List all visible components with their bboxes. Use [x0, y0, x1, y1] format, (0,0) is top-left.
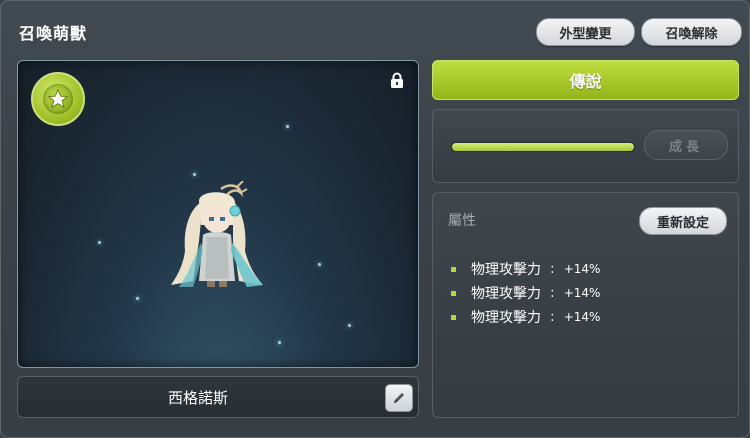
grade-legendary-button[interactable]: 傳說: [432, 60, 739, 100]
pencil-icon: [394, 393, 404, 403]
attribute-item: 物理攻擊力 : +14%: [451, 257, 600, 281]
growth-panel: 成長: [432, 109, 739, 183]
bullet-icon: [451, 314, 456, 320]
lock-icon[interactable]: [390, 72, 404, 89]
attribute-name: 物理攻擊力: [471, 262, 541, 278]
attribute-panel: 屬性 重新設定 物理攻擊力 : +14% 物理攻擊力 : +14% 物理攻擊力 …: [432, 192, 739, 418]
attribute-name: 物理攻擊力: [471, 310, 541, 326]
pet-display-stage: [17, 60, 419, 368]
sparkle: [193, 173, 196, 176]
attribute-separator: :: [550, 285, 555, 301]
release-summon-button[interactable]: 召喚解除: [641, 18, 742, 46]
summon-pet-window: 召喚萌獸 外型變更 召喚解除 西格諾斯 傳說 成長 屬性 重新設定 物理攻擊力 …: [0, 0, 750, 438]
change-appearance-button[interactable]: 外型變更: [536, 18, 635, 46]
grade-badge: [31, 72, 85, 126]
pet-name: 西格諾斯: [167, 388, 228, 407]
growth-progress-fill: [452, 143, 634, 151]
window-title: 召喚萌獸: [19, 24, 88, 43]
sparkle: [348, 324, 351, 327]
sparkle: [98, 241, 101, 244]
star-icon: [47, 88, 69, 109]
growth-progress-bar: [451, 142, 635, 152]
attribute-separator: :: [550, 309, 555, 325]
attribute-separator: :: [550, 261, 555, 277]
attribute-value: +14%: [563, 286, 601, 300]
sparkle: [278, 341, 281, 344]
attribute-title: 屬性: [448, 213, 476, 229]
bullet-icon: [451, 266, 456, 272]
grow-button[interactable]: 成長: [644, 130, 728, 160]
attribute-value: +14%: [563, 262, 601, 276]
bullet-icon: [451, 290, 456, 296]
attribute-value: +14%: [563, 310, 601, 324]
attribute-name: 物理攻擊力: [471, 286, 541, 302]
edit-name-button[interactable]: [385, 384, 413, 412]
attribute-list: 物理攻擊力 : +14% 物理攻擊力 : +14% 物理攻擊力 : +14%: [451, 257, 600, 329]
reset-attributes-button[interactable]: 重新設定: [639, 207, 727, 235]
sparkle: [136, 297, 139, 300]
attribute-item: 物理攻擊力 : +14%: [451, 305, 600, 329]
sparkle: [318, 263, 321, 266]
sparkle: [286, 125, 289, 128]
pet-name-bar: 西格諾斯: [17, 376, 419, 418]
attribute-item: 物理攻擊力 : +14%: [451, 281, 600, 305]
pet-character-sprite: [171, 181, 263, 287]
